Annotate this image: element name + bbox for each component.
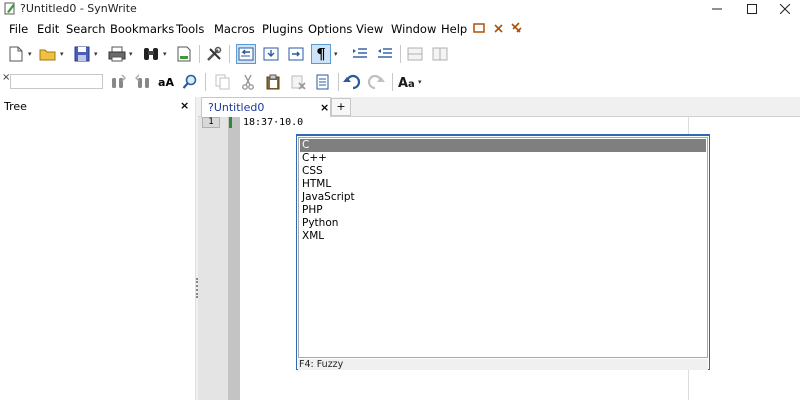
autocomplete-item[interactable]: PHP xyxy=(300,204,706,217)
close-icon[interactable] xyxy=(768,0,800,18)
svg-text:A: A xyxy=(398,76,408,90)
word-wrap-icon[interactable] xyxy=(236,44,256,64)
tools-icon[interactable] xyxy=(204,44,224,64)
match-case-button[interactable]: aA xyxy=(156,72,176,92)
menu-options[interactable]: Options xyxy=(308,22,352,36)
outdent-icon[interactable] xyxy=(375,44,395,64)
line-gutter: 1 xyxy=(198,117,228,400)
tab-close-button[interactable]: × xyxy=(320,101,329,114)
new-file-icon[interactable] xyxy=(6,44,26,64)
tree-title: Tree xyxy=(4,100,27,113)
new-tab-button[interactable]: + xyxy=(331,98,351,116)
split-horizontal-icon[interactable] xyxy=(405,44,425,64)
copy-icon[interactable] xyxy=(213,72,233,92)
modified-line-marker xyxy=(229,117,232,128)
title-bar: ?Untitled0 - SynWrite xyxy=(0,0,800,18)
find-next-icon[interactable] xyxy=(108,72,128,92)
chevron-down-icon[interactable]: ▾ xyxy=(129,50,135,58)
autocomplete-item[interactable]: C++ xyxy=(300,152,706,165)
quick-search: × xyxy=(0,72,106,90)
menu-view[interactable]: View xyxy=(356,22,383,36)
window-title: ?Untitled0 - SynWrite xyxy=(20,2,137,15)
delete-icon[interactable] xyxy=(288,72,308,92)
app-icon xyxy=(4,2,16,15)
download-icon[interactable] xyxy=(261,44,281,64)
tree-header: Tree × xyxy=(0,97,195,115)
toolbar-separator xyxy=(338,73,339,91)
magnifier-icon[interactable] xyxy=(180,72,200,92)
save-icon[interactable] xyxy=(72,44,92,64)
toolbar-separator xyxy=(400,45,401,63)
autocomplete-item[interactable]: CSS xyxy=(300,165,706,178)
chevron-down-icon[interactable]: ▾ xyxy=(334,50,340,58)
autocomplete-item[interactable]: Python xyxy=(300,217,706,230)
indent-right-icon[interactable] xyxy=(286,44,306,64)
svg-text:a: a xyxy=(408,79,415,90)
toolbar-separator xyxy=(229,45,230,63)
chevron-down-icon[interactable]: ▾ xyxy=(28,50,34,58)
cut-icon[interactable] xyxy=(238,72,258,92)
open-folder-icon[interactable] xyxy=(38,44,58,64)
autocomplete-status: F4: Fuzzy xyxy=(298,359,708,370)
page-preview-icon[interactable] xyxy=(174,44,194,64)
binoculars-icon[interactable] xyxy=(141,44,161,64)
clipboard-history-icon[interactable] xyxy=(313,72,333,92)
autocomplete-item[interactable]: JavaScript xyxy=(300,191,706,204)
autocomplete-item[interactable]: XML xyxy=(300,230,706,243)
restore-icon[interactable] xyxy=(473,22,485,37)
tab-bar: ?Untitled0 × + xyxy=(198,97,800,117)
chevron-down-icon[interactable]: ▾ xyxy=(60,50,66,58)
menu-tools[interactable]: Tools xyxy=(176,22,204,36)
menu-macros[interactable]: Macros xyxy=(214,22,255,36)
fold-margin xyxy=(228,117,240,400)
toolbar-separator xyxy=(205,73,206,91)
paste-icon[interactable] xyxy=(263,72,283,92)
toolbar-separator xyxy=(392,73,393,91)
font-size-icon[interactable]: Aa xyxy=(398,72,420,92)
tab-label: ?Untitled0 xyxy=(208,101,265,114)
autocomplete-popup: C C++ CSS HTML JavaScript PHP Python XML… xyxy=(296,134,710,370)
redo-icon[interactable] xyxy=(366,72,386,92)
print-icon[interactable] xyxy=(107,44,127,64)
indent-icon[interactable] xyxy=(350,44,370,64)
main-toolbar: ▾ ▾ ▾ ▾ ▾ ¶ ▾ xyxy=(0,41,800,69)
menu-bar: File Edit Search Bookmarks Tools Macros … xyxy=(0,19,800,41)
secondary-toolbar: × aA A a ▾ xyxy=(0,69,800,95)
minimize-icon[interactable] xyxy=(700,0,734,18)
menu-edit[interactable]: Edit xyxy=(37,22,59,36)
find-prev-icon[interactable] xyxy=(133,72,153,92)
menu-plugins[interactable]: Plugins xyxy=(262,22,303,36)
maximize-icon[interactable] xyxy=(735,0,769,18)
menu-file[interactable]: File xyxy=(9,22,28,36)
autocomplete-item[interactable]: C xyxy=(300,139,706,152)
autocomplete-list: C C++ CSS HTML JavaScript PHP Python XML xyxy=(298,137,708,358)
chevron-down-icon[interactable]: ▾ xyxy=(94,50,100,58)
code-line[interactable]: 18:37·10.0 xyxy=(243,117,303,128)
autocomplete-item[interactable]: HTML xyxy=(300,178,706,191)
synwrite-window: ?Untitled0 - SynWrite File Edit Search B… xyxy=(0,0,800,400)
pin-icon[interactable] xyxy=(511,22,523,37)
tab-untitled0[interactable]: ?Untitled0 × xyxy=(201,97,331,117)
undo-icon[interactable] xyxy=(342,72,362,92)
toolbar-separator xyxy=(199,45,200,63)
tree-close-button[interactable]: × xyxy=(180,99,189,112)
vertical-scrollbar[interactable] xyxy=(796,117,800,400)
line-number: 1 xyxy=(202,117,220,128)
menu-bookmarks[interactable]: Bookmarks xyxy=(110,22,174,36)
tree-panel: Tree × xyxy=(0,97,195,400)
split-vertical-icon[interactable] xyxy=(430,44,450,64)
pilcrow-icon[interactable]: ¶ xyxy=(311,44,331,64)
menu-help[interactable]: Help xyxy=(441,22,467,36)
menu-window[interactable]: Window xyxy=(391,22,436,36)
close-icon[interactable] xyxy=(494,22,504,37)
menu-search[interactable]: Search xyxy=(66,22,106,36)
search-input[interactable] xyxy=(10,74,103,89)
chevron-down-icon[interactable]: ▾ xyxy=(418,78,424,86)
chevron-down-icon[interactable]: ▾ xyxy=(163,50,169,58)
